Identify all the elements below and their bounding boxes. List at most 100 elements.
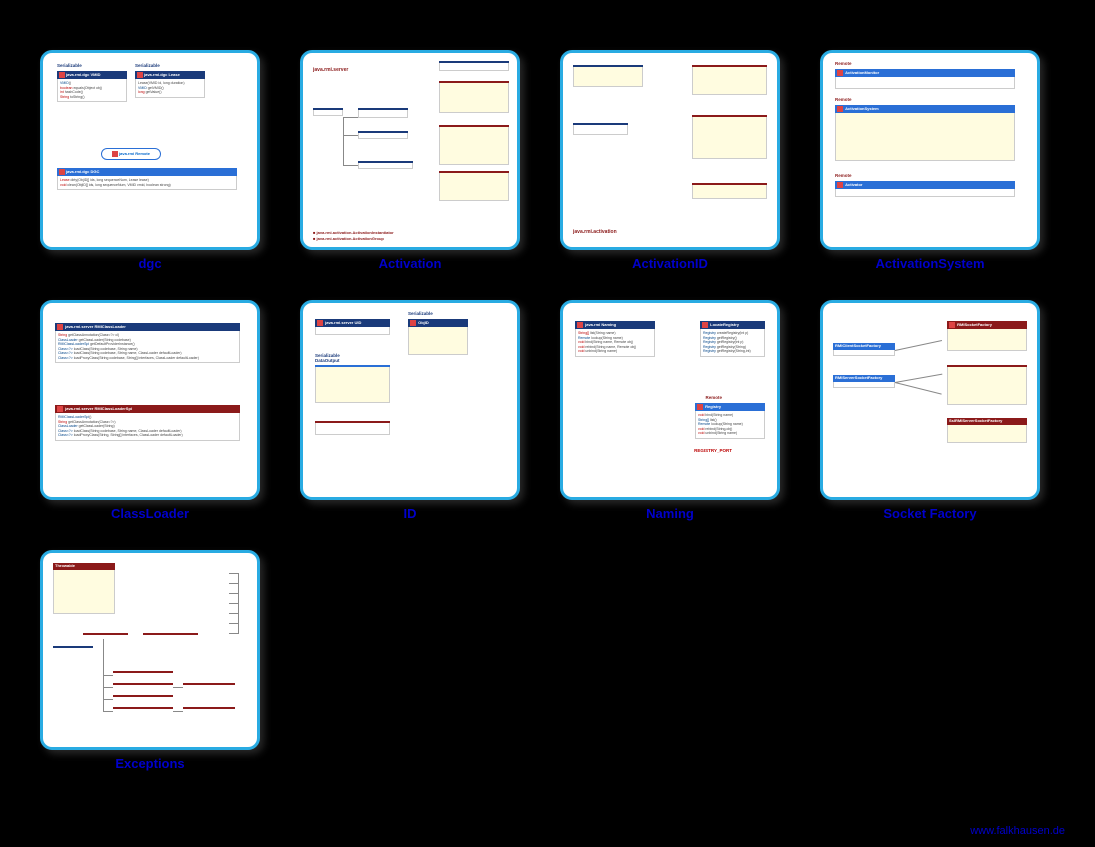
box-ex2 (83, 633, 128, 635)
class-icon (57, 324, 63, 330)
box-b1 (573, 65, 643, 87)
caption-activationid: ActivationID (632, 256, 708, 271)
label-serializable2: Serializable (135, 63, 160, 68)
cell-activation: java.rmi.server ■ java.rmi.activation.Ac… (290, 50, 530, 280)
thumb-activationid[interactable]: java.rmi.activation (560, 50, 780, 250)
box-a7 (439, 125, 509, 165)
caption-naming: Naming (646, 506, 694, 521)
box-a4 (358, 108, 408, 118)
interface-icon (837, 70, 843, 76)
box-actsys: ActivationSystem (835, 105, 1015, 161)
box-rmiclspi: java.rmi.server RMIClassLoaderSpi RMICla… (55, 405, 240, 441)
cell-classloader: java.rmi.server RMIClassLoader String ge… (30, 300, 270, 530)
thumb-activation[interactable]: java.rmi.server ■ java.rmi.activation.Ac… (300, 50, 520, 250)
box-a8 (439, 171, 509, 201)
box-locateregistry: LocateRegistry Registry createRegistry(i… (700, 321, 765, 357)
box-throw: Throwable (53, 563, 115, 614)
lab-ser: Serializable (408, 311, 433, 316)
cell-dgc: Serializable Serializable java.rmi.dgc V… (30, 50, 270, 280)
box-vmid: java.rmi.dgc VMID VMID() boolean equals(… (57, 71, 127, 102)
box-ex8 (113, 707, 173, 709)
thumb-dgc[interactable]: Serializable Serializable java.rmi.dgc V… (40, 50, 260, 250)
box-uid: java.rmi.server UID (315, 319, 390, 335)
class-icon (137, 72, 143, 78)
box-a1 (439, 61, 509, 71)
box-registry: Registry void bind(String name) String[]… (695, 403, 765, 439)
caption-activation: Activation (379, 256, 442, 271)
box-sf4 (947, 365, 1027, 405)
caption-socketfactory: Socket Factory (883, 506, 976, 521)
box-actmon: ActivationMonitor (835, 69, 1015, 89)
lab-port: REGISTRY_PORT (694, 448, 732, 453)
thumbnail-grid: Serializable Serializable java.rmi.dgc V… (30, 50, 1065, 780)
class-icon (949, 322, 955, 328)
footer-link[interactable]: www.falkhausen.de (970, 825, 1065, 837)
box-ex5 (113, 671, 173, 673)
caption-dgc: dgc (138, 256, 161, 271)
box-ex4 (53, 646, 93, 648)
box-a2 (439, 81, 509, 113)
box-sf5: SslRMIServerSocketFactory (947, 418, 1027, 443)
cell-naming: java.rmi Naming String[] list(String nam… (550, 300, 790, 530)
interface-icon (112, 151, 118, 157)
box-ex10 (183, 707, 235, 709)
remote-badge: java.rmi Remote (101, 148, 161, 160)
thumb-exceptions[interactable]: Throwable (40, 550, 260, 750)
box-ex6 (113, 683, 173, 685)
box-naming: java.rmi Naming String[] list(String nam… (575, 321, 655, 357)
lab-remote3: Remote (835, 173, 852, 178)
interface-icon (837, 106, 843, 112)
lab-ser2: SerializableDataOutput (315, 353, 340, 363)
thumb-classloader[interactable]: java.rmi.server RMIClassLoader String ge… (40, 300, 260, 500)
box-ex9 (183, 683, 235, 685)
lab-remote4: Remote (705, 395, 722, 400)
interface-icon (697, 404, 703, 410)
thumb-socketfactory[interactable]: RMISocketFactory RMIClientSocketFactory … (820, 300, 1040, 500)
box-objid: ObjID (408, 319, 468, 355)
box-dgc: java.rmi.dgc DGC Lease dirty(ObjID[] ids… (57, 168, 237, 190)
class-icon (57, 406, 63, 412)
cell-exceptions: Throwable (30, 550, 270, 780)
box-lease: java.rmi.dgc Lease Lease(VMID id, long d… (135, 71, 205, 98)
box-a5 (358, 131, 408, 139)
box-activator: Activator (835, 181, 1015, 197)
thumb-naming[interactable]: java.rmi Naming String[] list(String nam… (560, 300, 780, 500)
label-serializable: Serializable (57, 63, 82, 68)
box-ex3 (143, 633, 198, 635)
caption-id: ID (404, 506, 417, 521)
box-sf1: RMISocketFactory (947, 321, 1027, 351)
box-a3 (313, 108, 343, 116)
pkg-label: java.rmi.server (313, 67, 348, 73)
cell-activationid: java.rmi.activation ActivationID (550, 50, 790, 280)
box-sf3: RMIServerSocketFactory (833, 375, 895, 388)
box-a6 (358, 161, 413, 169)
box-b3 (573, 123, 628, 135)
thumb-activationsystem[interactable]: Remote ActivationMonitor Remote Activati… (820, 50, 1040, 250)
cell-id: Serializable java.rmi.server UID ObjID S… (290, 300, 530, 530)
box-id4 (315, 421, 390, 435)
box-b2 (692, 65, 767, 95)
class-icon (59, 72, 65, 78)
box-id3 (315, 365, 390, 403)
legend1: ■ java.rmi.activation.ActivationInstanti… (313, 230, 394, 235)
caption-exceptions: Exceptions (115, 756, 184, 771)
interface-icon (837, 182, 843, 188)
box-b4 (692, 115, 767, 159)
caption-classloader: ClassLoader (111, 506, 189, 521)
thumb-id[interactable]: Serializable java.rmi.server UID ObjID S… (300, 300, 520, 500)
pkg-label2: java.rmi.activation (573, 229, 617, 235)
cell-activationsystem: Remote ActivationMonitor Remote Activati… (810, 50, 1050, 280)
caption-activationsystem: ActivationSystem (875, 256, 984, 271)
box-b5 (692, 183, 767, 199)
class-icon (317, 320, 323, 326)
lab-remote2: Remote (835, 97, 852, 102)
lab-remote1: Remote (835, 61, 852, 66)
box-rmicl: java.rmi.server RMIClassLoader String ge… (55, 323, 240, 363)
box-ex7 (113, 695, 173, 697)
class-icon (702, 322, 708, 328)
box-sf2: RMIClientSocketFactory (833, 343, 895, 356)
class-icon (410, 320, 416, 326)
class-icon (577, 322, 583, 328)
legend2: ■ java.rmi.activation.ActivationGroup (313, 236, 384, 241)
cell-socketfactory: RMISocketFactory RMIClientSocketFactory … (810, 300, 1050, 530)
